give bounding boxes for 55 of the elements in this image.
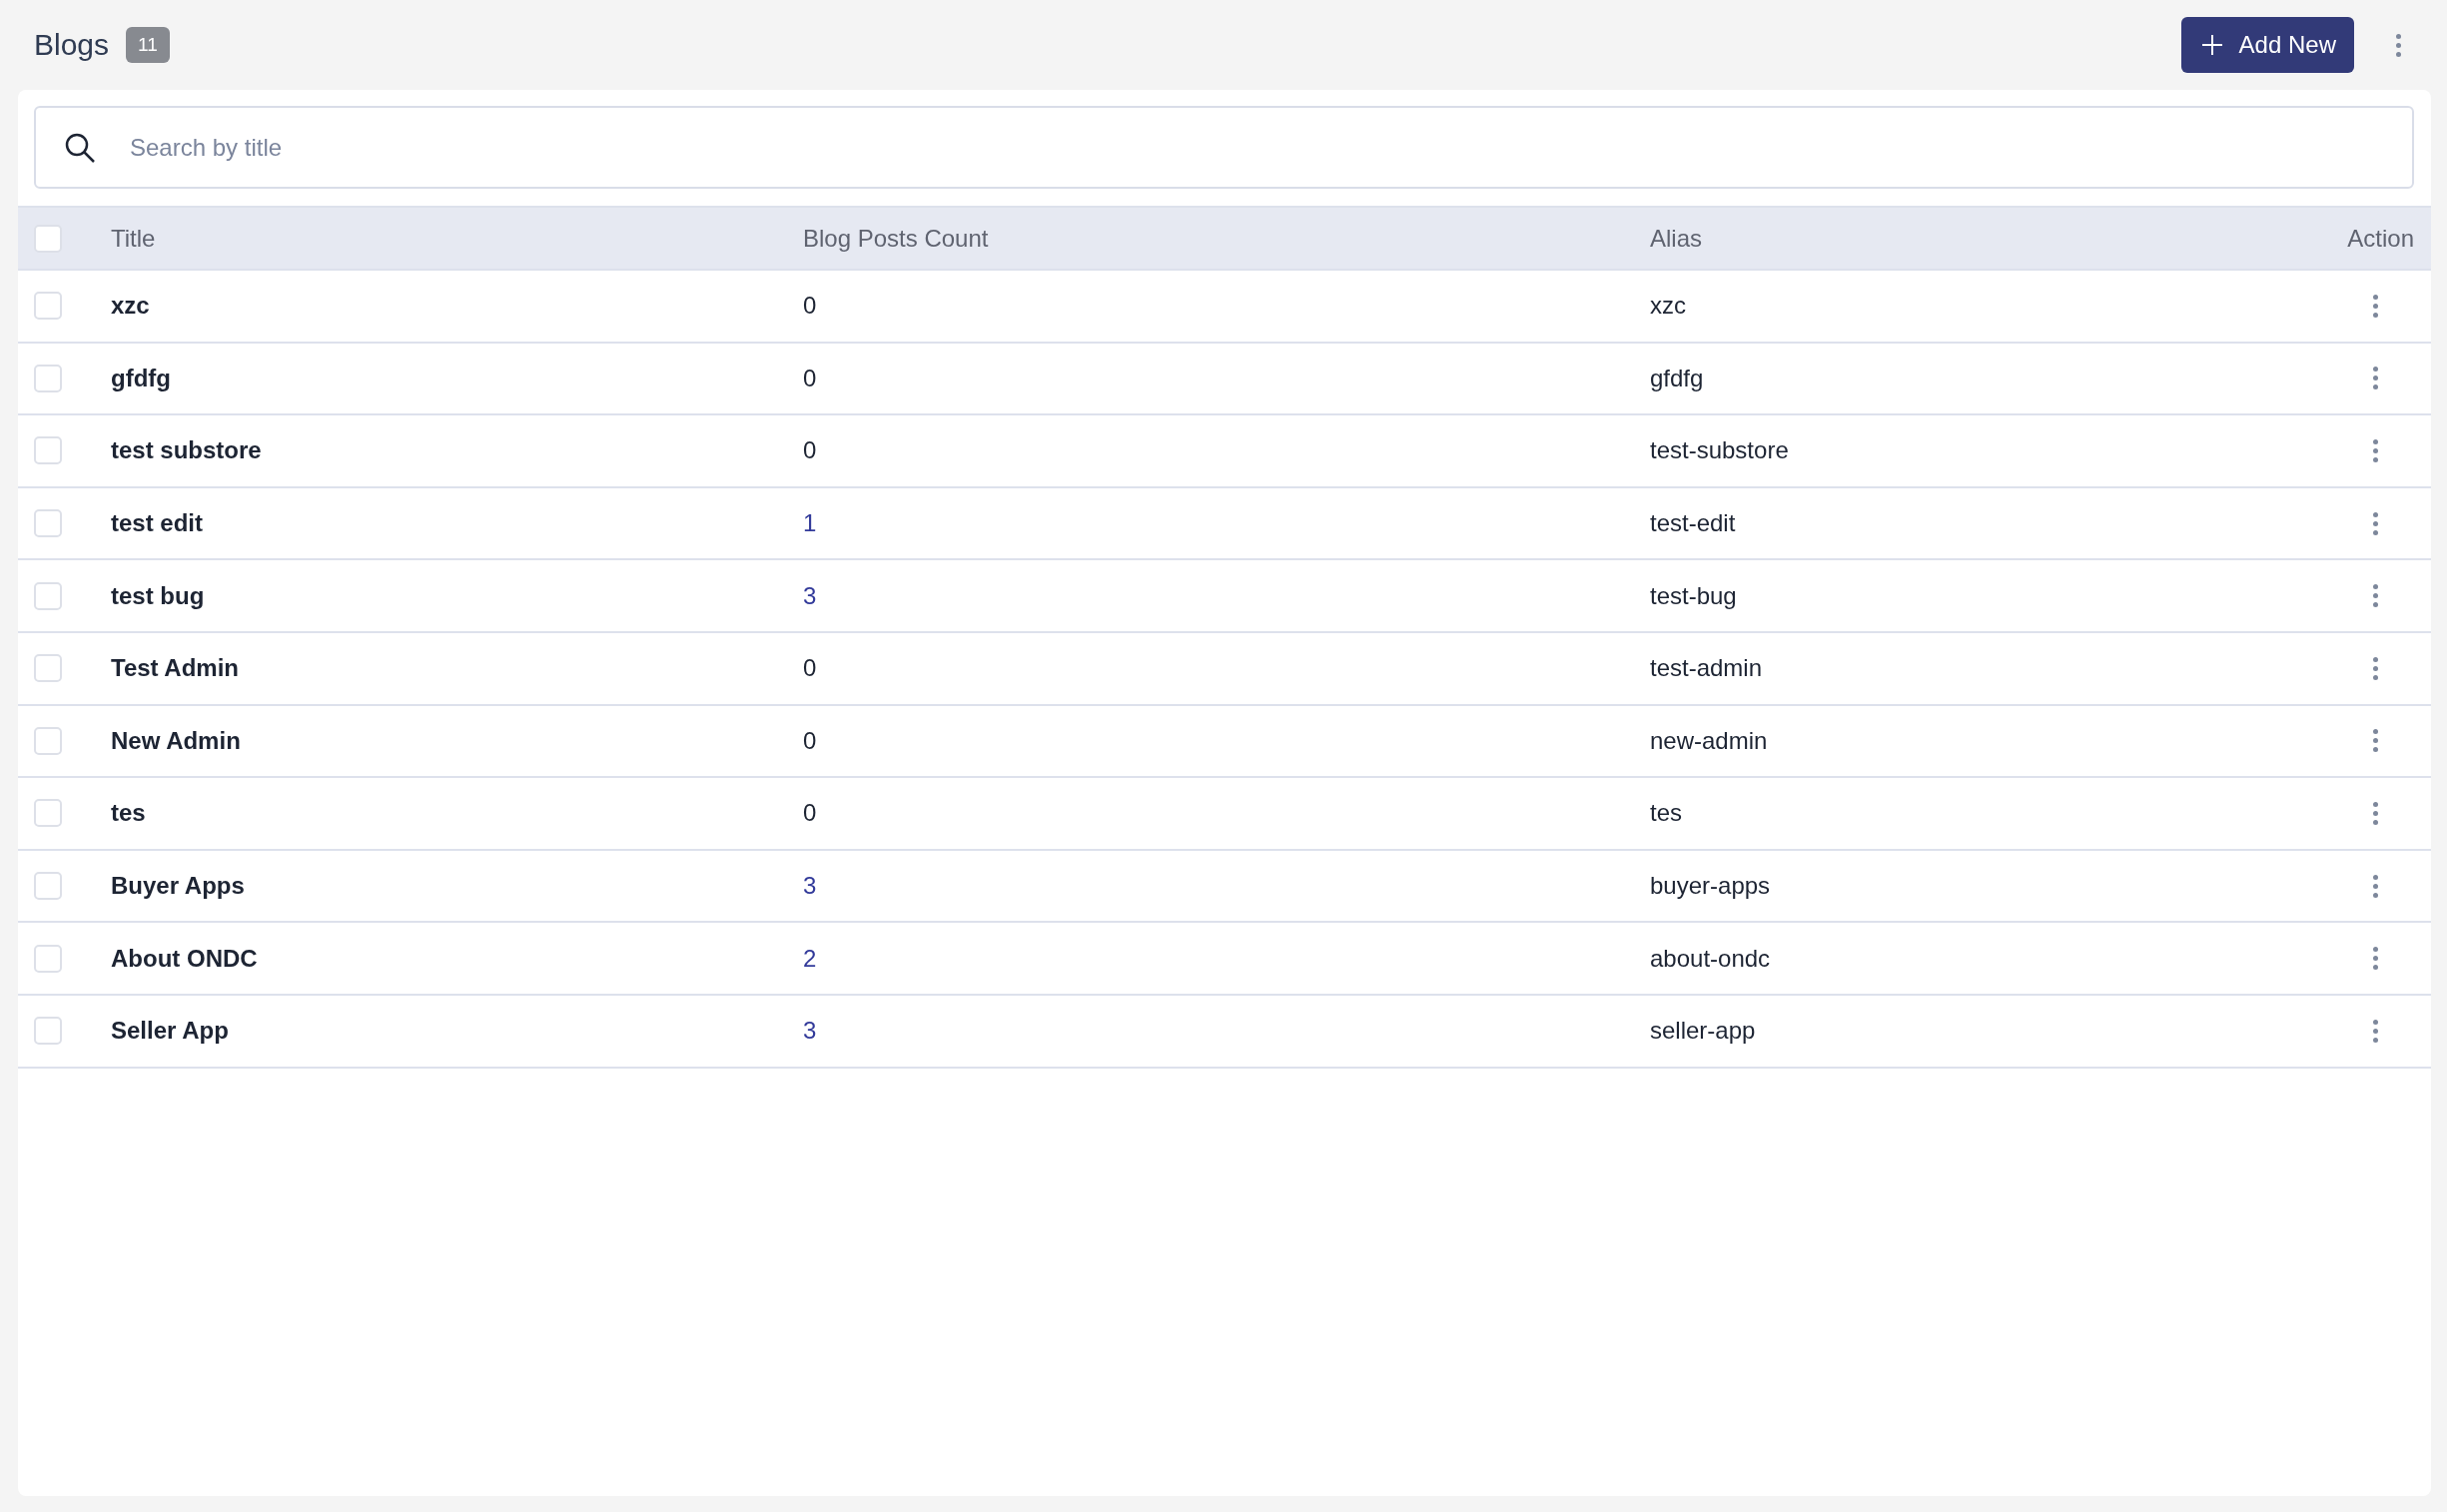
blog-title: New Admin xyxy=(111,726,242,755)
alias-text: test-bug xyxy=(1650,581,1738,610)
posts-count[interactable]: 1 xyxy=(803,509,1650,538)
blog-title: About ONDC xyxy=(111,944,259,973)
search-field[interactable]: Search by title xyxy=(34,106,2414,189)
row-checkbox[interactable] xyxy=(34,872,62,901)
blog-title: xzc xyxy=(111,292,151,321)
row-checkbox[interactable] xyxy=(34,799,62,828)
row-checkbox[interactable] xyxy=(34,654,62,683)
blog-title: Seller App xyxy=(111,1017,230,1046)
plus-icon xyxy=(2200,34,2223,56)
blog-title: Buyer Apps xyxy=(111,872,246,901)
column-header: Alias xyxy=(1650,224,1704,253)
column-header: Action xyxy=(2347,224,2414,253)
posts-count: 0 xyxy=(803,292,818,321)
page-title: Blogs xyxy=(34,28,110,62)
count-badge: 11 xyxy=(126,27,170,63)
blog-title: gfdfg xyxy=(111,364,172,392)
column-header: Blog Posts Count xyxy=(803,224,990,253)
posts-count: 0 xyxy=(803,726,818,755)
select-all-checkbox[interactable] xyxy=(34,224,62,253)
posts-count[interactable]: 3 xyxy=(803,1017,1650,1046)
blog-title: test bug xyxy=(111,581,206,610)
posts-count: 0 xyxy=(803,799,818,828)
row-checkbox[interactable] xyxy=(34,1017,62,1046)
blog-title: test substore xyxy=(111,436,263,465)
posts-count: 0 xyxy=(803,654,818,683)
alias-text: about-ondc xyxy=(1650,944,1772,973)
row-checkbox[interactable] xyxy=(34,581,62,610)
alias-text: buyer-apps xyxy=(1650,872,1772,901)
posts-count: 0 xyxy=(803,364,818,392)
alias-text: gfdfg xyxy=(1650,364,1705,392)
blog-title: test edit xyxy=(111,509,204,538)
alias-text: xzc xyxy=(1650,292,1687,321)
blog-title: tes xyxy=(111,799,147,828)
row-checkbox[interactable] xyxy=(34,292,62,321)
alias-text: new-admin xyxy=(1650,726,1769,755)
row-checkbox[interactable] xyxy=(34,509,62,538)
row-checkbox[interactable] xyxy=(34,726,62,755)
column-header: Title xyxy=(111,224,157,253)
posts-count[interactable]: 2 xyxy=(803,944,1650,973)
row-checkbox[interactable] xyxy=(34,436,62,465)
search-icon xyxy=(64,132,96,164)
alias-text: test-admin xyxy=(1650,654,1764,683)
alias-text: test-substore xyxy=(1650,436,1790,465)
posts-count: 0 xyxy=(803,436,818,465)
posts-count[interactable]: 3 xyxy=(803,581,1650,610)
alias-text: tes xyxy=(1650,799,1683,828)
blog-title: Test Admin xyxy=(111,654,240,683)
alias-text: seller-app xyxy=(1650,1017,1757,1046)
posts-count[interactable]: 3 xyxy=(803,872,1650,901)
add-new-button[interactable]: Add New xyxy=(2180,17,2354,73)
alias-text: test-edit xyxy=(1650,509,1737,538)
row-checkbox[interactable] xyxy=(34,944,62,973)
row-checkbox[interactable] xyxy=(34,364,62,392)
